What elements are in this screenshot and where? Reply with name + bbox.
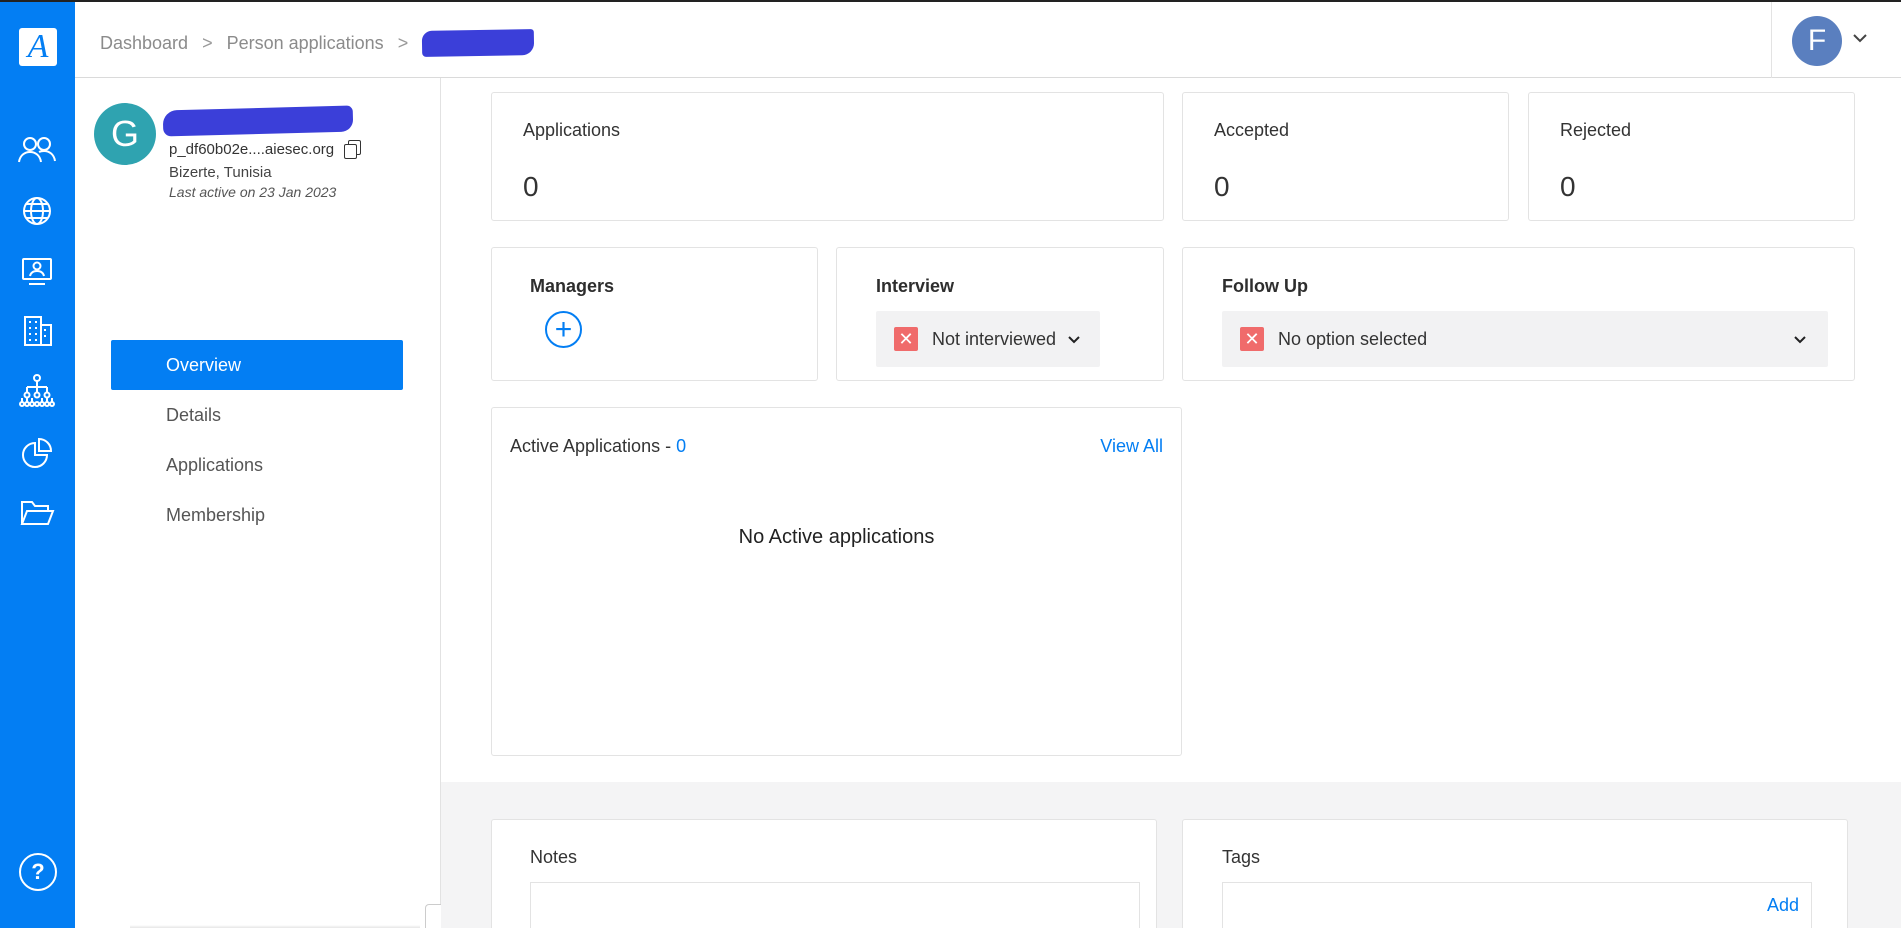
close-x-icon: ✕: [894, 327, 918, 351]
rejected-label: Rejected: [1560, 120, 1632, 140]
active-applications-count: 0: [676, 436, 687, 456]
help-icon[interactable]: ?: [19, 853, 57, 891]
notes-label: Notes: [530, 847, 578, 867]
tags-input[interactable]: Add: [1222, 882, 1812, 928]
email-text: p_df60b02e....aiesec.org: [169, 140, 335, 158]
building-icon[interactable]: [14, 308, 60, 354]
follow-up-label: Follow Up: [1222, 276, 1308, 296]
chevron-down-icon[interactable]: [1850, 28, 1870, 48]
accepted-value: 0: [1214, 171, 1230, 202]
left-rail: A ?: [0, 0, 75, 928]
plus-icon: +: [554, 312, 573, 346]
applications-value: 0: [523, 171, 539, 202]
chevron-down-icon: [1794, 336, 1806, 344]
interview-card: Interview ✕ Not interviewed: [836, 247, 1164, 381]
view-all-link[interactable]: View All: [1100, 436, 1163, 457]
applications-label: Applications: [523, 120, 621, 140]
notes-card: Notes: [491, 819, 1157, 928]
folder-open-icon[interactable]: [14, 490, 60, 536]
top-bar: Dashboard > Person applications > F: [75, 0, 1901, 78]
active-applications-title: Active Applications - 0: [510, 436, 687, 456]
people-icon[interactable]: [14, 128, 60, 174]
person-email: p_df60b02e....aiesec.org: [169, 140, 362, 159]
interview-select[interactable]: ✕ Not interviewed: [876, 311, 1100, 367]
monitor-user-icon[interactable]: [14, 248, 60, 294]
chevron-right-icon: >: [397, 32, 409, 53]
tags-label: Tags: [1222, 847, 1261, 867]
rejected-value: 0: [1560, 171, 1576, 202]
empty-state-text: No Active applications: [738, 526, 935, 548]
person-location: Bizerte, Tunisia: [169, 164, 272, 181]
managers-label: Managers: [530, 276, 615, 296]
add-tag-link[interactable]: Add: [1767, 895, 1799, 916]
copy-icon[interactable]: [344, 140, 362, 159]
accepted-card: Accepted 0: [1182, 92, 1509, 221]
applications-card: Applications 0: [491, 92, 1164, 221]
menu-item-details[interactable]: Details: [111, 390, 403, 440]
chevron-right-icon: >: [202, 32, 213, 53]
breadcrumb-person-applications[interactable]: Person applications: [227, 33, 384, 54]
breadcrumb-dashboard[interactable]: Dashboard: [100, 33, 188, 54]
follow-up-card: Follow Up ✕ No option selected: [1182, 247, 1855, 381]
globe-icon[interactable]: [14, 188, 60, 234]
tags-card: Tags Add: [1182, 819, 1848, 928]
notes-input[interactable]: [530, 882, 1140, 928]
pie-chart-icon[interactable]: [14, 430, 60, 476]
interview-value: Not interviewed: [932, 328, 1057, 349]
interview-label: Interview: [876, 276, 955, 296]
rejected-card: Rejected 0: [1528, 92, 1855, 221]
user-avatar[interactable]: F: [1792, 16, 1842, 66]
menu-item-membership[interactable]: Membership: [111, 490, 403, 540]
redacted-person-name: [421, 29, 535, 57]
menu-item-overview[interactable]: Overview: [111, 340, 403, 390]
org-tree-icon[interactable]: [14, 368, 60, 414]
redacted-person-name: [162, 105, 354, 137]
close-x-icon: ✕: [1240, 327, 1264, 351]
last-active: Last active on 23 Jan 2023: [169, 184, 337, 200]
user-menu[interactable]: F: [1771, 2, 1901, 78]
profile-sidebar: G p_df60b02e....aiesec.org Bizerte, Tuni…: [75, 78, 475, 928]
managers-card: Managers +: [491, 247, 818, 381]
menu-item-applications[interactable]: Applications: [111, 440, 403, 490]
active-applications-card: Active Applications - 0 View All No Acti…: [491, 407, 1182, 756]
add-manager-button[interactable]: +: [545, 311, 582, 348]
breadcrumb: Dashboard > Person applications >: [100, 29, 535, 57]
chevron-down-icon: [1068, 336, 1080, 344]
follow-up-select[interactable]: ✕ No option selected: [1222, 311, 1828, 367]
profile-menu: Overview Details Applications Membership: [111, 340, 403, 540]
app-logo[interactable]: A: [19, 28, 57, 66]
person-avatar: G: [94, 103, 156, 165]
follow-up-value: No option selected: [1278, 328, 1428, 349]
accepted-label: Accepted: [1214, 120, 1290, 140]
